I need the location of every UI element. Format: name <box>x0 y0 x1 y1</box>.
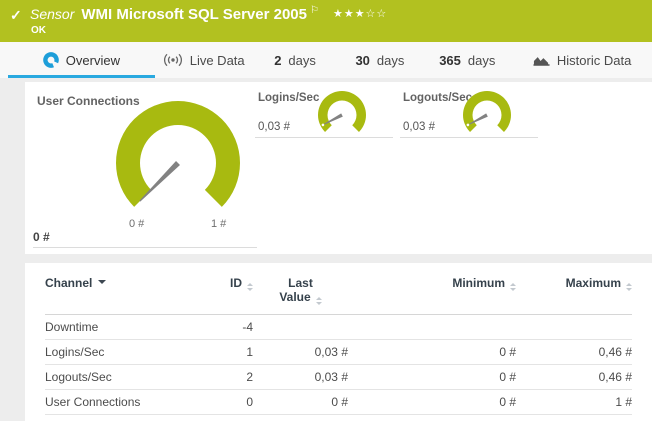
tab-30-days-unit: days <box>377 53 404 68</box>
column-header-id[interactable]: ID <box>195 263 253 315</box>
sort-icon <box>247 283 253 291</box>
gauge-user-connections: User Connections 0 # 1 # 0 # <box>33 88 257 248</box>
sort-icon <box>510 283 516 291</box>
channel-table: Channel ID Last Value Minimum Maximum <box>45 263 632 415</box>
channel-name[interactable]: Logins/Sec <box>45 340 195 365</box>
channel-maximum: 0,46 # <box>516 340 632 365</box>
tab-30-days[interactable]: 30 days <box>337 45 422 78</box>
channel-id: 1 <box>195 340 253 365</box>
channel-last-value: 0,03 # <box>253 340 348 365</box>
channel-last-value: 0,03 # <box>253 365 348 390</box>
column-header-id-label: ID <box>230 276 242 290</box>
channel-name[interactable]: Logouts/Sec <box>45 365 195 390</box>
historic-chart-icon <box>533 53 550 67</box>
table-row: Downtime -4 <box>45 315 632 340</box>
live-signal-icon <box>163 53 183 67</box>
column-header-channel-label: Channel <box>45 276 92 290</box>
tab-30-days-number: 30 <box>355 53 369 68</box>
gauges-panel: User Connections 0 # 1 # 0 # Logins/Sec … <box>25 82 652 254</box>
channel-minimum <box>348 315 516 340</box>
sensor-status-text: OK <box>31 25 46 36</box>
tab-bar: Overview Live Data 2 days 30 days 365 da… <box>0 42 652 78</box>
column-header-last-label: Last <box>288 276 313 290</box>
channel-id: 0 <box>195 390 253 415</box>
channel-name[interactable]: User Connections <box>45 390 195 415</box>
channel-minimum: 0 # <box>348 390 516 415</box>
tab-historic-data-label: Historic Data <box>557 53 631 68</box>
tab-overview-label: Overview <box>66 53 120 68</box>
tab-365-days-unit: days <box>468 53 495 68</box>
tab-365-days-number: 365 <box>439 53 461 68</box>
sensor-header-bar: ✓ Sensor WMI Microsoft SQL Server 2005 ⚐… <box>0 0 652 42</box>
chevron-down-icon <box>98 280 106 288</box>
table-row: Logins/Sec 1 0,03 # 0 # 0,46 # <box>45 340 632 365</box>
table-row: User Connections 0 0 # 0 # 1 # <box>45 390 632 415</box>
logins-gauge-dial <box>315 90 369 138</box>
channel-maximum: 1 # <box>516 390 632 415</box>
channel-id: 2 <box>195 365 253 390</box>
sensor-kind-label: Sensor <box>30 6 74 22</box>
channel-maximum <box>516 315 632 340</box>
gauge-logouts-value: 0,03 # <box>403 121 435 133</box>
channel-minimum: 0 # <box>348 365 516 390</box>
sort-icon <box>316 297 322 305</box>
tab-2-days[interactable]: 2 days <box>253 45 338 78</box>
gauge-scale-min: 0 # <box>129 218 144 230</box>
gauge-logouts-sec: Logouts/Sec 0,03 # <box>400 90 538 138</box>
logouts-gauge-dial <box>460 90 514 138</box>
user-connections-gauge-dial <box>108 97 248 207</box>
tab-historic-data[interactable]: Historic Data <box>512 45 652 78</box>
sort-icon <box>626 283 632 291</box>
gauge-logins-sec: Logins/Sec 0,03 # <box>255 90 393 138</box>
tab-365-days[interactable]: 365 days <box>422 45 512 78</box>
channel-name[interactable]: Downtime <box>45 315 195 340</box>
gauge-icon <box>43 52 59 68</box>
tab-live-data-label: Live Data <box>190 53 245 68</box>
gauge-logins-title: Logins/Sec <box>258 92 319 104</box>
gauge-user-connections-value: 0 # <box>33 230 50 244</box>
column-header-minimum[interactable]: Minimum <box>348 263 516 315</box>
sensor-title: WMI Microsoft SQL Server 2005 <box>81 6 307 23</box>
column-header-maximum[interactable]: Maximum <box>516 263 632 315</box>
gauge-logins-value: 0,03 # <box>258 121 290 133</box>
channel-minimum: 0 # <box>348 340 516 365</box>
tab-2-days-number: 2 <box>274 53 281 68</box>
channel-maximum: 0,46 # <box>516 365 632 390</box>
column-header-channel[interactable]: Channel <box>45 263 195 315</box>
priority-flag-icon[interactable]: ⚐ <box>310 5 319 16</box>
channel-last-value: 0 # <box>253 390 348 415</box>
column-header-minimum-label: Minimum <box>452 276 505 290</box>
gauge-scale-max: 1 # <box>211 218 226 230</box>
column-header-value-label: Value <box>279 290 310 304</box>
table-header-row: Channel ID Last Value Minimum Maximum <box>45 263 632 315</box>
channel-id: -4 <box>195 315 253 340</box>
table-row: Logouts/Sec 2 0,03 # 0 # 0,46 # <box>45 365 632 390</box>
status-ok-check-icon: ✓ <box>10 7 22 24</box>
column-header-last-value[interactable]: Last Value <box>253 263 348 315</box>
tab-live-data[interactable]: Live Data <box>155 45 253 78</box>
tab-overview[interactable]: Overview <box>8 45 155 78</box>
channel-table-panel: Channel ID Last Value Minimum Maximum <box>25 263 652 421</box>
tab-2-days-unit: days <box>288 53 315 68</box>
priority-rating-stars[interactable]: ★★★☆☆ <box>333 7 387 20</box>
channel-last-value <box>253 315 348 340</box>
column-header-maximum-label: Maximum <box>566 276 621 290</box>
